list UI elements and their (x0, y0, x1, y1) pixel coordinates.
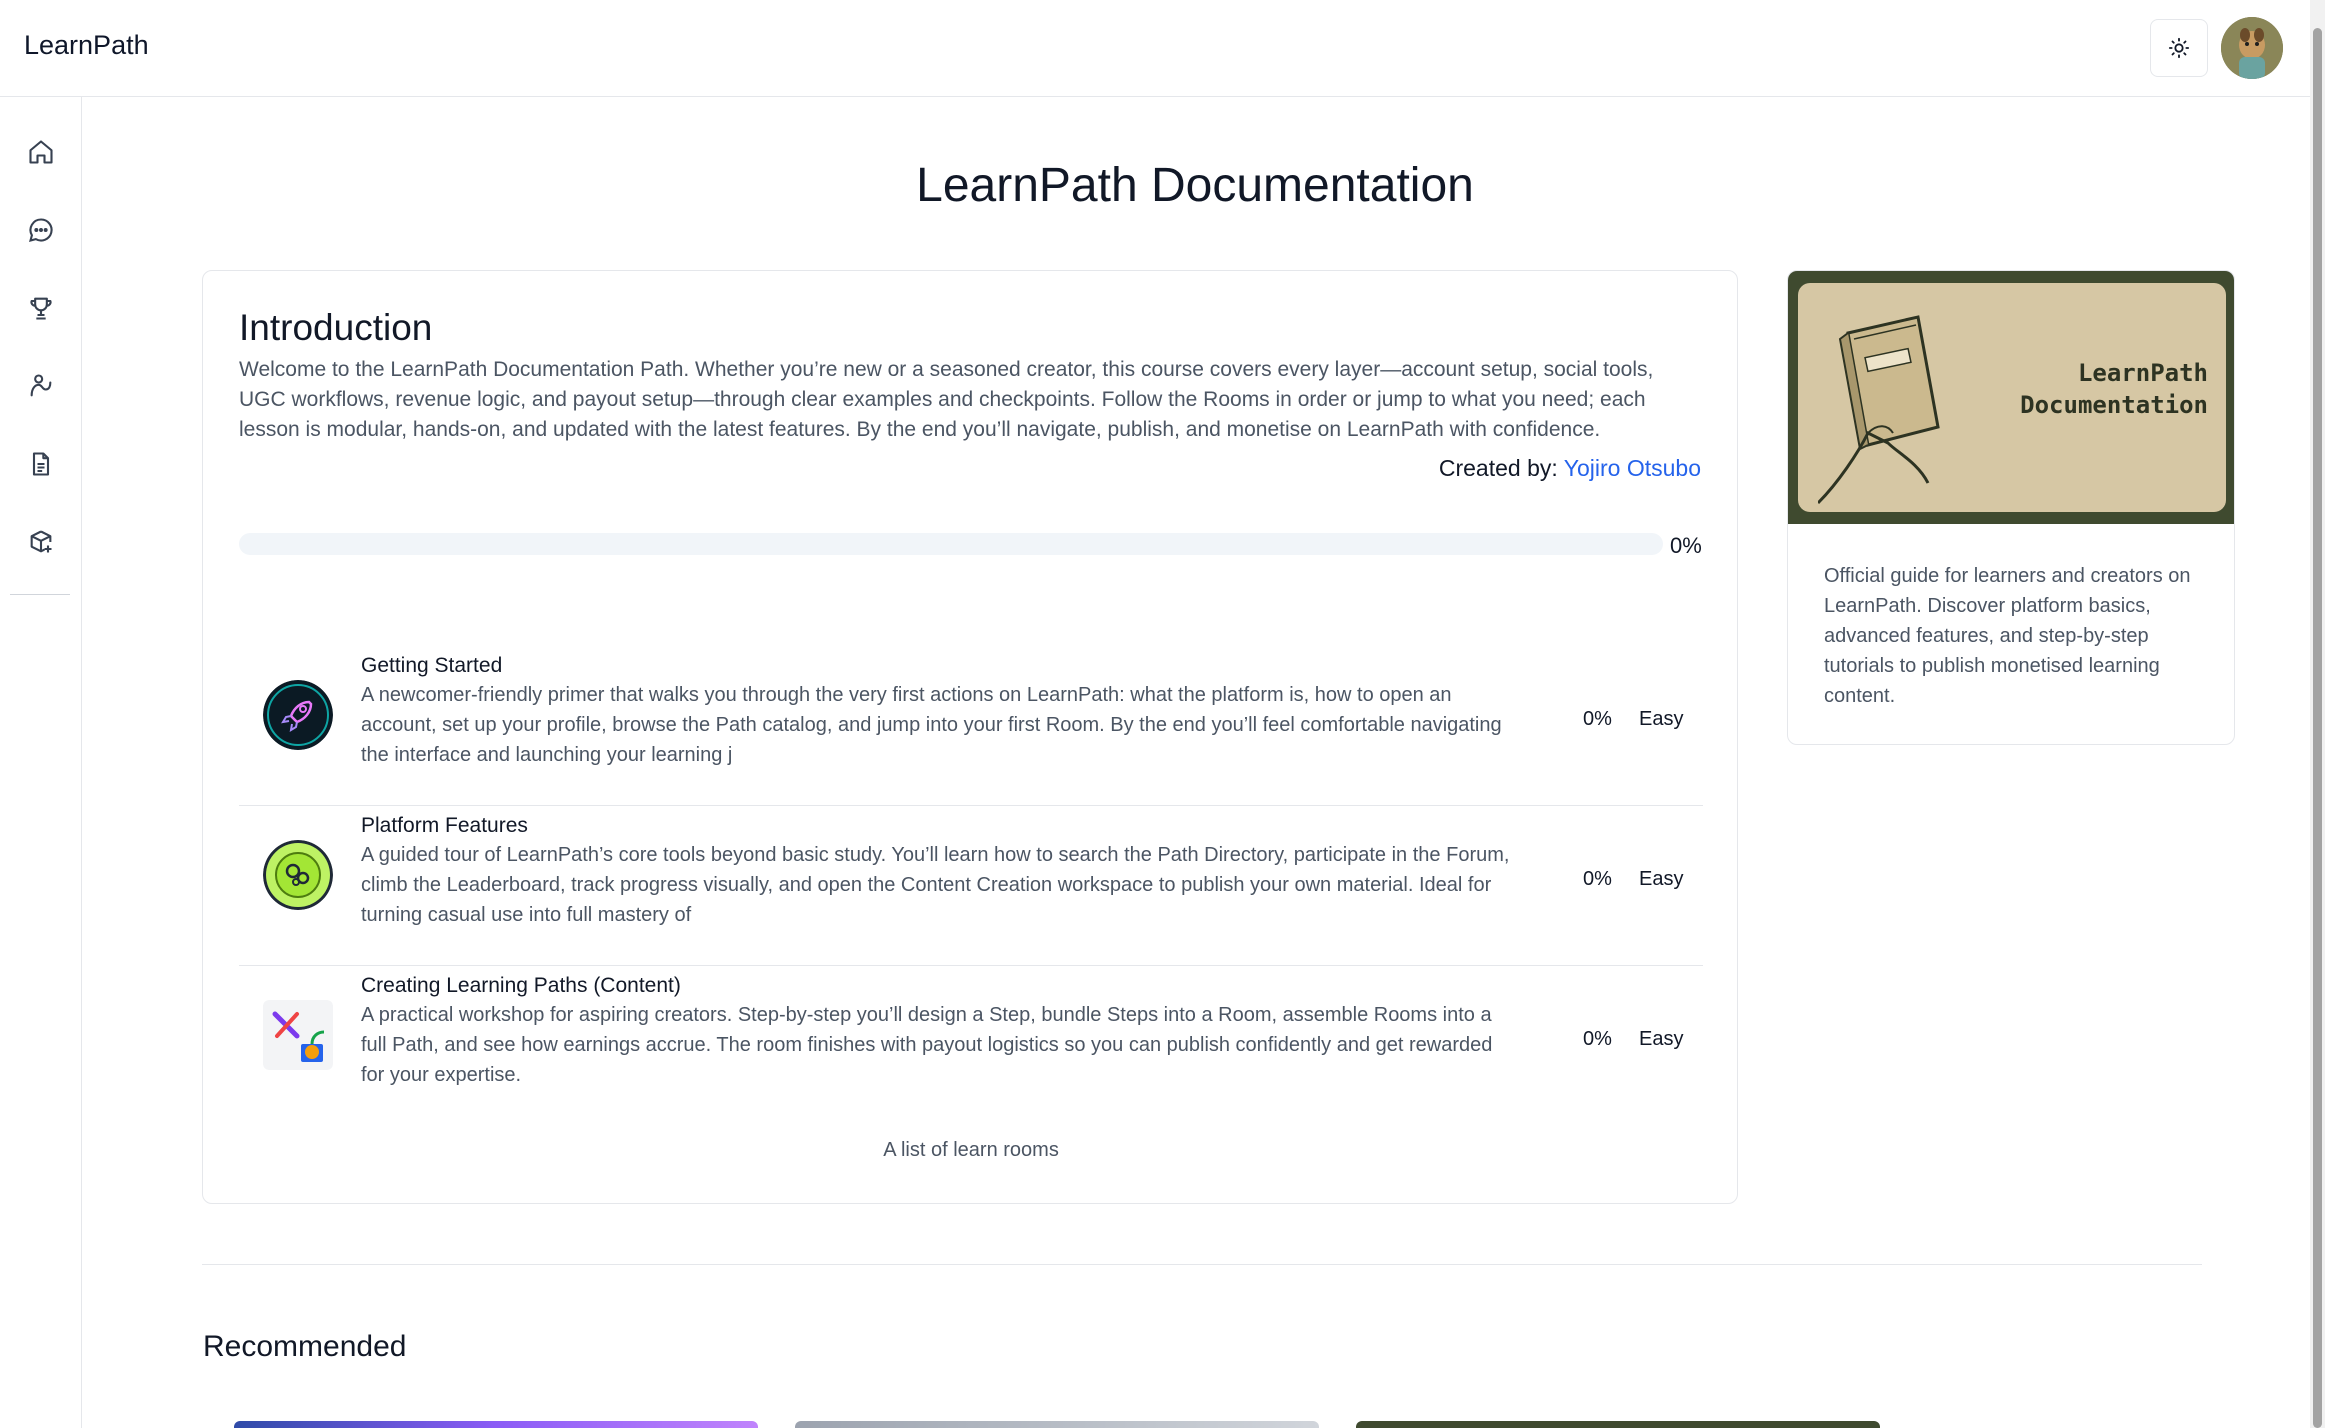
room-progress: 0% (1583, 868, 1612, 890)
trophy-icon (30, 297, 52, 320)
created-by: Created by: Yojiro Otsubo (1439, 455, 1701, 482)
hand-holding-book-icon (1818, 315, 1940, 505)
room-title[interactable]: Getting Started (361, 654, 502, 678)
room-item-platform-features[interactable]: Platform Features A guided tour of Learn… (239, 806, 1703, 966)
room-description: A newcomer-friendly primer that walks yo… (361, 684, 1502, 766)
room-difficulty: Easy (1639, 868, 1684, 890)
room-title[interactable]: Platform Features (361, 814, 528, 838)
path-description: Official guide for learners and creators… (1824, 565, 2191, 707)
recommended-card-1[interactable] (234, 1421, 758, 1428)
page-scrollbar-thumb[interactable] (2313, 28, 2322, 1428)
sidebar-item-progress[interactable] (24, 369, 58, 403)
room-progress: 0% (1583, 1028, 1612, 1050)
user-avatar[interactable] (2221, 17, 2283, 79)
rooms-caption: A list of learn rooms (883, 1139, 1059, 1161)
room-title[interactable]: Creating Learning Paths (Content) (361, 974, 681, 998)
package-plus-icon (30, 530, 52, 553)
sidebar-item-forum[interactable] (24, 213, 58, 247)
section-divider (202, 1264, 2202, 1265)
room-item-creating-learning-paths[interactable]: Creating Learning Paths (Content) A prac… (239, 966, 1703, 1126)
sidebar-item-documents[interactable] (24, 447, 58, 481)
top-bar: LearnPath (0, 0, 2310, 97)
introduction-card: Introduction Welcome to the LearnPath Do… (202, 270, 1738, 1204)
path-info-card: LearnPath Documentation Official guide f… (1787, 270, 2235, 745)
recommended-card-3[interactable] (1356, 1421, 1880, 1428)
sidebar-divider (10, 594, 70, 595)
gears-icon (263, 840, 333, 910)
sidebar-item-leaderboard[interactable] (24, 291, 58, 325)
recommended-card-2[interactable] (795, 1421, 1319, 1428)
sun-icon (2168, 37, 2190, 59)
created-by-label: Created by: (1438, 455, 1564, 481)
path-progress-bar (239, 533, 1663, 555)
path-cover-image: LearnPath Documentation (1788, 271, 2234, 524)
room-description: A guided tour of LearnPath’s core tools … (361, 844, 1510, 926)
room-difficulty: Easy (1639, 1028, 1684, 1050)
room-difficulty: Easy (1639, 708, 1684, 730)
intro-text: Welcome to the LearnPath Documentation P… (239, 358, 1654, 441)
cover-title: LearnPath Documentation (2020, 359, 2208, 419)
room-description: A practical workshop for aspiring creato… (361, 1004, 1493, 1086)
creator-link[interactable]: Yojiro Otsubo (1564, 455, 1701, 481)
chat-icon (29, 218, 53, 242)
intro-title: Introduction (239, 307, 433, 348)
sidebar-item-create[interactable] (24, 525, 58, 559)
document-icon (32, 452, 50, 476)
page-title: LearnPath Documentation (916, 159, 1474, 212)
path-progress-label: 0% (1670, 533, 1702, 558)
activity-icon (30, 374, 52, 397)
room-progress: 0% (1583, 708, 1612, 730)
rocket-icon (263, 680, 333, 750)
brand-logo[interactable]: LearnPath (24, 30, 149, 61)
room-item-getting-started[interactable]: Getting Started A newcomer-friendly prim… (239, 646, 1703, 806)
recommended-title: Recommended (203, 1330, 407, 1363)
theme-toggle-button[interactable] (2150, 19, 2208, 77)
creator-tools-icon (263, 1000, 333, 1070)
sidebar (0, 97, 82, 1428)
